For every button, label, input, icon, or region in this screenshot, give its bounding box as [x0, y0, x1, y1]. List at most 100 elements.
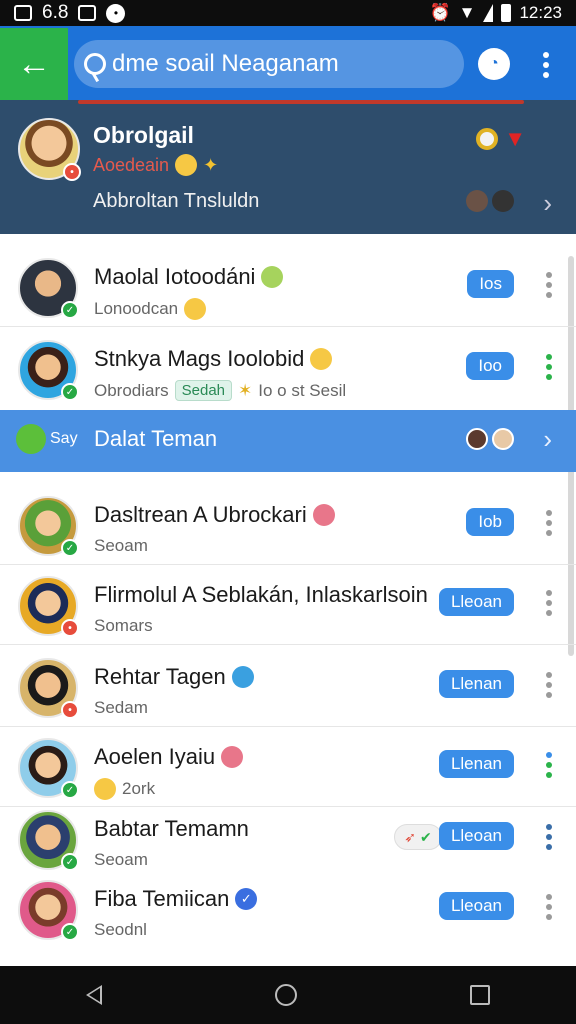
reaction-icon[interactable] [476, 128, 499, 150]
list-item[interactable]: • Flirmolul A Seblakán, Inlaskarlsoin So… [0, 564, 576, 644]
back-button[interactable]: ← [0, 28, 68, 100]
header-divider [78, 100, 524, 104]
search-box[interactable] [74, 40, 464, 88]
status-badge: • [61, 701, 79, 719]
emoji-icon [94, 778, 116, 800]
status-pill[interactable]: Lleoan [438, 822, 514, 850]
overflow-menu-icon[interactable] [543, 52, 549, 78]
notification-icon [14, 5, 32, 21]
divider [0, 326, 576, 327]
online-badge: ✓ [61, 383, 79, 401]
contact-name: Maolal Iotoodáni [94, 264, 284, 290]
chevron-right-icon[interactable]: › [543, 424, 552, 455]
row-menu-icon[interactable] [546, 752, 552, 778]
avatar: ✓ [18, 810, 79, 871]
participant-avatar [492, 428, 514, 450]
section-header[interactable]: Say Dalat Teman › [0, 410, 576, 472]
contact-subtitle: Seoam [94, 850, 148, 869]
mail-icon [78, 5, 97, 21]
chevron-right-icon[interactable]: › [543, 188, 552, 219]
row-menu-icon[interactable] [546, 354, 552, 380]
participant-avatar [492, 190, 514, 212]
status-badge: • [63, 163, 81, 181]
nav-home-icon[interactable] [274, 984, 297, 1006]
alarm-icon: ⏰ [429, 3, 451, 22]
avatar: ✓ [18, 880, 79, 941]
emoji-icon [184, 298, 207, 320]
search-input[interactable] [112, 50, 452, 78]
reaction-chip[interactable]: ➶ ✔ [394, 824, 442, 850]
nav-recents-icon[interactable] [469, 985, 490, 1005]
arrow-left-icon: ← [17, 44, 51, 83]
contact-name: Stnkya Mags Ioolobid [94, 346, 333, 372]
list-item[interactable]: ✓ Babtar Temamn Seoam ➶ ✔ Lleoan [0, 798, 576, 878]
list-item[interactable]: ✓ Maolal Iotoodáni Lonoodcan Ios [0, 246, 576, 326]
status-bar: 6.8 • ⏰ ▼ 12:23 [0, 0, 576, 26]
sparkle-icon: ✦ [203, 154, 219, 175]
profile-name: Obrolgail [93, 122, 194, 148]
nav-back-icon[interactable] [86, 985, 103, 1005]
contact-subtitle: Somars [94, 616, 153, 635]
list-item[interactable]: • Rehtar Tagen Sedam Llenan [0, 646, 576, 726]
profile-subtitle: Aoedeain ✦ [93, 154, 218, 176]
chat-search-icon[interactable]: ◔ [478, 48, 510, 80]
contact-subtitle: 2ork [94, 778, 155, 800]
contact-subtitle: Obrodiars Sedah ✶ Io o st Sesil [94, 380, 347, 401]
participant-avatar [466, 190, 488, 212]
avatar: ✓ [18, 258, 79, 319]
avatar: ✓ [18, 738, 79, 799]
tag-chip: Sedah [174, 380, 233, 401]
contact-subtitle: Lonoodcan [94, 298, 207, 320]
status-pill[interactable]: Lleoan [438, 588, 514, 616]
online-badge: ✓ [61, 539, 79, 557]
row-menu-icon[interactable] [546, 590, 552, 616]
status-pill[interactable]: Ioo [466, 352, 514, 380]
signal-icon [483, 4, 494, 22]
online-badge: ✓ [61, 301, 79, 319]
row-menu-icon[interactable] [546, 672, 552, 698]
list-item[interactable]: ✓ Dasltrean A Ubrockari Seoam Iob [0, 484, 576, 564]
avatar: • [18, 576, 79, 637]
emoji-icon [312, 504, 335, 526]
status-badge: • [61, 619, 79, 637]
section-avatars [466, 428, 514, 450]
chat-bubble-icon: • [106, 3, 126, 23]
status-pill[interactable]: Ios [467, 270, 514, 298]
online-badge: ✓ [61, 923, 79, 941]
profile-header[interactable]: • Obrolgail Aoedeain ✦ Abbroltan Tnsluld… [0, 100, 576, 234]
system-nav-bar [0, 966, 576, 1024]
emoji-icon [221, 746, 244, 768]
status-pill[interactable]: Llenan [438, 670, 514, 698]
row-menu-icon[interactable] [546, 824, 552, 850]
status-pill[interactable]: Iob [466, 508, 514, 536]
list-item[interactable]: ✓ Fiba Temiican ✓ Seodnl Lleoan [0, 868, 576, 948]
row-menu-icon[interactable] [546, 272, 552, 298]
verified-icon: ✓ [235, 888, 258, 910]
profile-status: Abbroltan Tnsluldn [93, 190, 260, 212]
online-badge: ✓ [61, 781, 79, 799]
list-item[interactable]: ✓ Stnkya Mags Ioolobid Obrodiars Sedah ✶ Io… [0, 328, 576, 408]
status-pill[interactable]: Lleoan [438, 892, 514, 920]
section-label: Dalat Teman [94, 426, 218, 451]
divider [0, 644, 576, 645]
section-prefix: Say [16, 424, 78, 454]
profile-avatar[interactable]: • [18, 118, 81, 181]
status-left-text: 6.8 [42, 2, 69, 23]
check-icon: ✔ [420, 828, 432, 845]
wifi-icon: ▼ [458, 3, 476, 22]
contact-subtitle: Sedam [94, 698, 148, 717]
app-bar: ← ◔ [0, 26, 576, 100]
profile-icons: ▼ [476, 126, 526, 152]
contact-name: Aoelen Iyaiu [94, 744, 244, 770]
emoji-icon [310, 348, 333, 370]
row-menu-icon[interactable] [546, 510, 552, 536]
emoji-icon [175, 154, 198, 176]
emoji-icon [231, 666, 254, 688]
flag-icon[interactable]: ▼ [504, 126, 526, 152]
status-time: 12:23 [519, 3, 562, 22]
list-item[interactable]: ✓ Aoelen Iyaiu 2ork Llenan [0, 726, 576, 806]
participant-avatar [466, 428, 488, 450]
status-pill[interactable]: Llenan [438, 750, 514, 778]
section-prefix-text: Say [50, 430, 78, 447]
row-menu-icon[interactable] [546, 894, 552, 920]
